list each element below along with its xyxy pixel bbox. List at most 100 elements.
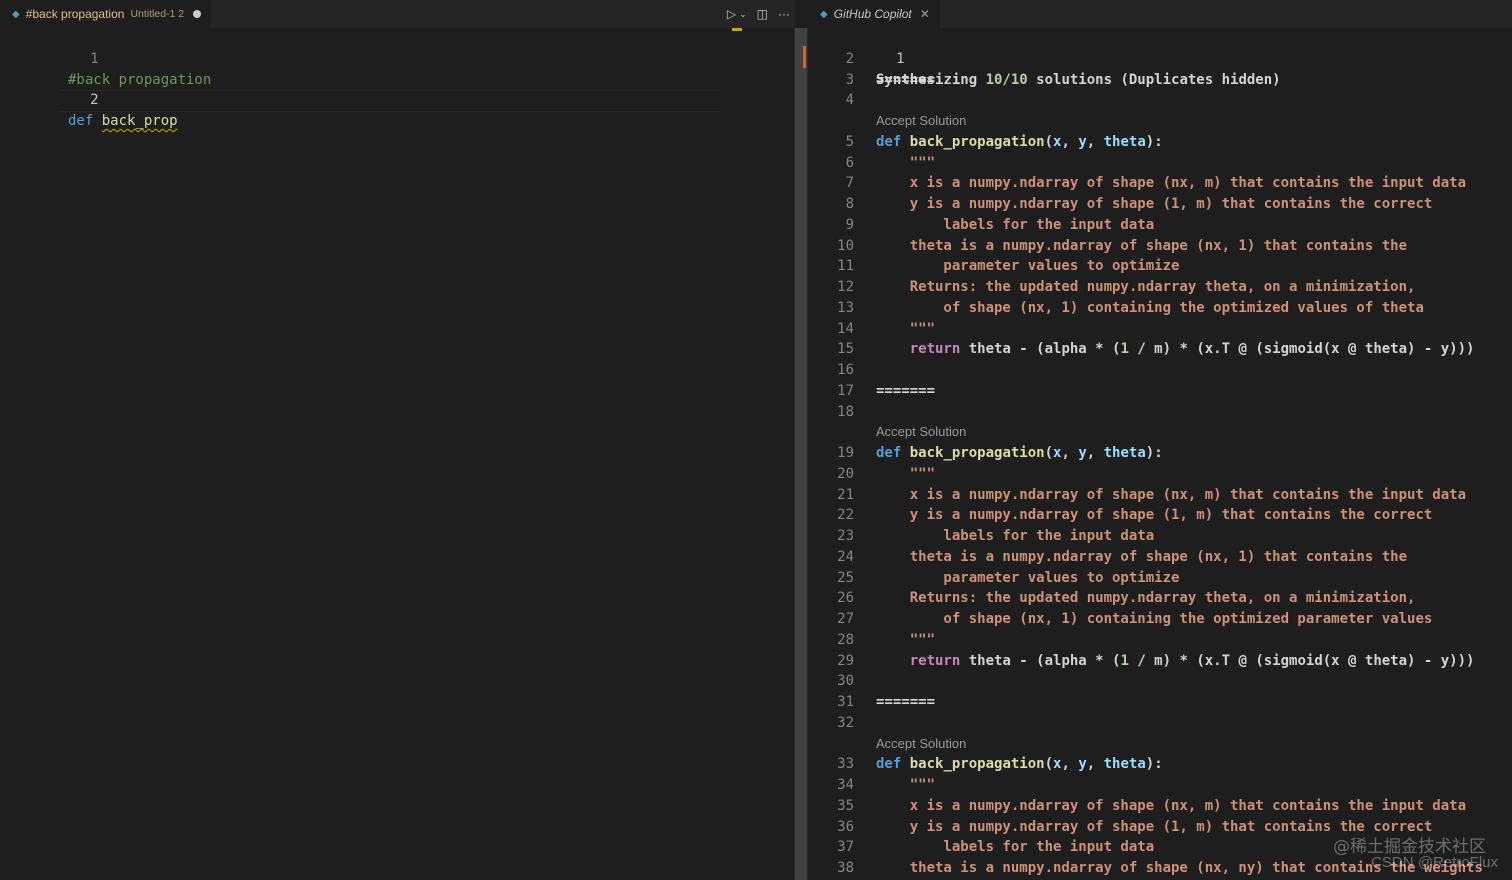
line-number: 15 xyxy=(837,341,854,358)
run-icon[interactable]: ▷ xyxy=(727,0,736,28)
comma: , xyxy=(1061,445,1079,461)
code-line: 15 return theta - (alpha * (1 / m) * (x.… xyxy=(808,339,1512,360)
return-keyword: return xyxy=(909,341,961,358)
code-line: 29 return theta - (alpha * (1 / m) * (x.… xyxy=(808,651,1512,672)
line-number: 26 xyxy=(837,590,854,607)
code-text: labels for the input data xyxy=(876,837,1154,858)
docstring-text: of shape (nx, 1) containing the optimize… xyxy=(876,299,1424,316)
paren-close: ): xyxy=(1145,445,1163,461)
code-text: y is a numpy.ndarray of shape (1, m) tha… xyxy=(876,194,1433,215)
tab-github-copilot[interactable]: ◆ GitHub Copilot ✕ xyxy=(808,0,940,28)
current-line-highlight xyxy=(60,90,720,113)
docstring-text: y is a numpy.ndarray of shape (1, m) tha… xyxy=(876,196,1433,212)
left-scrollbar[interactable] xyxy=(794,28,808,880)
param-theta: theta xyxy=(1103,133,1146,150)
comma: , xyxy=(1061,133,1079,150)
param-y: y xyxy=(1078,445,1087,461)
left-editor-group: ◆ #back propagation Untitled-1 2 ▷ ⌄ ◫ ·… xyxy=(0,0,794,880)
line-number: 35 xyxy=(837,797,854,814)
return-expr-rest: / m) * (x.T @ (sigmoid(x @ theta) - y))) xyxy=(1128,652,1475,669)
code-line: 9 labels for the input data xyxy=(808,215,1512,236)
line-number: 8 xyxy=(845,196,854,212)
code-line: 21 x is a numpy.ndarray of shape (nx, m)… xyxy=(808,485,1512,506)
more-actions-icon[interactable]: ··· xyxy=(778,0,790,28)
line-number: 17 xyxy=(837,382,854,399)
line-number: 14 xyxy=(837,320,854,337)
code-line: 2 xyxy=(808,49,1512,70)
right-tab-bar: ◆ GitHub Copilot ✕ xyxy=(808,0,1512,28)
code-text: theta is a numpy.ndarray of shape (nx, 1… xyxy=(876,547,1407,568)
editor-actions: ▷ ⌄ ◫ ··· xyxy=(727,0,794,28)
line-number: 32 xyxy=(837,714,854,731)
def-keyword: def xyxy=(876,133,902,150)
line-number: 12 xyxy=(837,279,854,295)
function-name: back_propagation xyxy=(909,445,1045,461)
code-line: 12 Returns: the updated numpy.ndarray th… xyxy=(808,277,1512,298)
docstring-text: Returns: the updated numpy.ndarray theta… xyxy=(876,279,1416,295)
chevron-down-icon[interactable]: ⌄ xyxy=(739,0,747,28)
code-line: 32 xyxy=(808,713,1512,734)
code-text: return theta - (alpha * (1 / m) * (x.T @… xyxy=(876,339,1475,360)
return-expr-rest: / m) * (x.T @ (sigmoid(x @ theta) - y))) xyxy=(1128,341,1475,358)
split-editor-icon[interactable]: ◫ xyxy=(757,0,768,28)
def-keyword: def xyxy=(876,756,902,773)
code-line: 33 def back_propagation(x, y, theta): xyxy=(808,754,1512,775)
python-file-icon: ◆ xyxy=(12,8,20,20)
docstring-text: y is a numpy.ndarray of shape (1, m) tha… xyxy=(876,507,1433,524)
param-y: y xyxy=(1078,756,1087,773)
code-text: y is a numpy.ndarray of shape (1, m) tha… xyxy=(876,505,1433,526)
comma: , xyxy=(1061,756,1079,773)
copilot-icon: ◆ xyxy=(820,8,828,20)
scrollbar-thumb[interactable] xyxy=(795,28,807,880)
code-text: return theta - (alpha * (1 / m) * (x.T @… xyxy=(876,651,1475,672)
code-text: x is a numpy.ndarray of shape (nx, m) th… xyxy=(876,796,1466,817)
left-code-area[interactable]: 1 #back propagation 2 def back_prop xyxy=(0,28,794,129)
line-number: 27 xyxy=(837,611,854,627)
code-line: 27 of shape (nx, 1) containing the optim… xyxy=(808,609,1512,630)
line-number: 34 xyxy=(837,777,854,793)
docstring-text: parameter values to optimize xyxy=(876,258,1180,275)
docstring-text: """ xyxy=(876,631,936,648)
line-number: 36 xyxy=(837,818,854,835)
code-line: 8 y is a numpy.ndarray of shape (1, m) t… xyxy=(808,194,1512,215)
comment-text: #back propagation xyxy=(68,71,212,88)
line-number: 29 xyxy=(837,652,854,669)
docstring-text: x is a numpy.ndarray of shape (nx, m) th… xyxy=(876,797,1467,814)
copilot-solutions[interactable]: 1 Synthesizing 10/10 solutions (Duplicat… xyxy=(808,28,1512,879)
tab-back-propagation[interactable]: ◆ #back propagation Untitled-1 2 xyxy=(0,0,212,28)
code-line: 3 ======= xyxy=(808,70,1512,91)
docstring-text: """ xyxy=(876,320,936,337)
line-number: 7 xyxy=(845,175,854,192)
unsaved-dot-icon[interactable] xyxy=(193,10,202,18)
param-theta: theta xyxy=(1103,756,1146,773)
code-line: 14 """ xyxy=(808,319,1512,340)
line-number: 4 xyxy=(845,92,854,109)
accept-solution-link[interactable]: Accept Solution xyxy=(808,111,1512,132)
return-expr: theta - (alpha * ( xyxy=(960,341,1121,358)
code-text: ======= xyxy=(876,692,935,713)
accept-solution-link[interactable]: Accept Solution xyxy=(808,734,1512,755)
function-name: back_propagation xyxy=(909,756,1045,773)
line-number: 19 xyxy=(837,445,854,461)
tab-description: Untitled-1 2 xyxy=(130,8,185,20)
tab-label: GitHub Copilot xyxy=(833,7,912,21)
close-icon[interactable]: ✕ xyxy=(920,7,930,21)
line-number: 2 xyxy=(90,92,99,109)
line-number: 28 xyxy=(837,631,854,648)
line-number: 25 xyxy=(837,569,854,586)
code-line: 20 """ xyxy=(808,464,1512,485)
left-tab-bar: ◆ #back propagation Untitled-1 2 ▷ ⌄ ◫ ·… xyxy=(0,0,794,28)
line-number: 13 xyxy=(837,299,854,316)
separator: ======= xyxy=(876,71,936,88)
code-text: """ xyxy=(876,775,935,796)
param-y: y xyxy=(1078,133,1087,150)
line-number: 23 xyxy=(837,528,854,544)
code-text: x is a numpy.ndarray of shape (nx, m) th… xyxy=(876,173,1466,194)
separator: ======= xyxy=(876,694,936,710)
accept-solution-link[interactable]: Accept Solution xyxy=(808,422,1512,443)
code-text: """ xyxy=(876,153,935,174)
line-number: 6 xyxy=(845,154,854,171)
line-number: 22 xyxy=(837,507,854,524)
docstring-text: """ xyxy=(876,465,936,482)
